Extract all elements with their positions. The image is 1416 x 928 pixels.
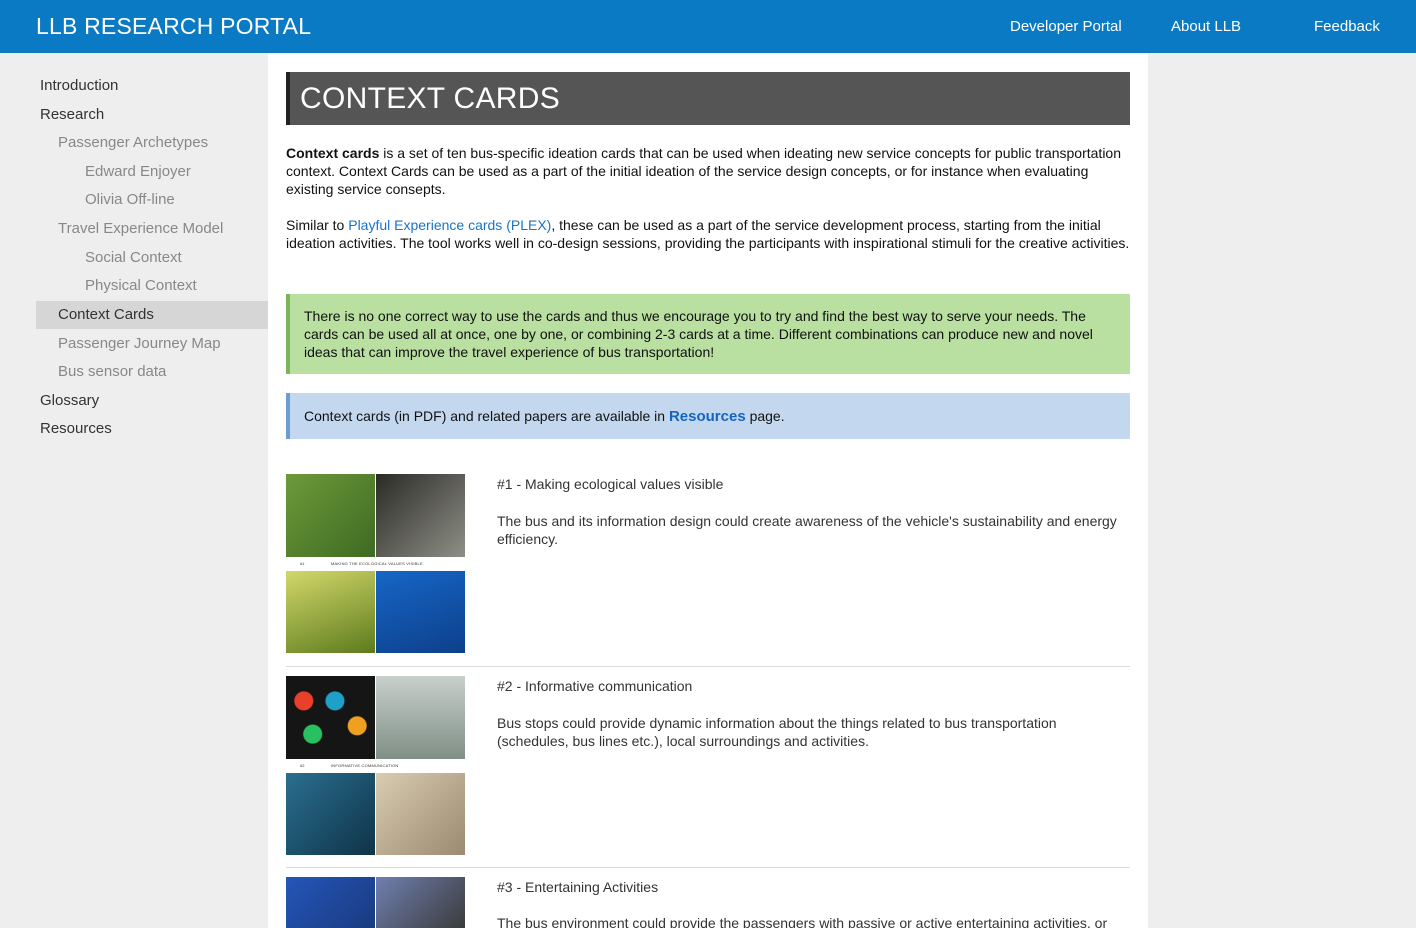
card-2-caption-band: #2 INFORMATIVE COMMUNICATION xyxy=(286,759,465,773)
card-2-thumb-caption: INFORMATIVE COMMUNICATION xyxy=(331,763,399,768)
card-1-image-grass xyxy=(286,571,375,653)
intro-paragraph: Context cards is a set of ten bus-specif… xyxy=(286,144,1130,198)
sidebar-item-travel-experience-model[interactable]: Travel Experience Model xyxy=(58,215,223,243)
card-2-description: Bus stops could provide dynamic informat… xyxy=(497,715,1057,749)
sidebar-item-social-context[interactable]: Social Context xyxy=(85,244,182,272)
usage-tip-callout: There is no one correct way to use the c… xyxy=(286,294,1130,374)
similar-prefix: Similar to xyxy=(286,217,349,233)
card-3-title: #3 - Entertaining Activities xyxy=(497,879,659,895)
sidebar-item-olivia-off-line[interactable]: Olivia Off-line xyxy=(85,186,175,214)
plex-link[interactable]: Playful Experience cards (PLEX) xyxy=(348,217,551,233)
card-1-title: #1 - Making ecological values visible xyxy=(497,476,724,492)
card-2-image-map xyxy=(376,773,465,855)
card-1-thumb-number: #1 xyxy=(300,561,305,566)
resources-callout: Context cards (in PDF) and related paper… xyxy=(286,393,1130,439)
intro-bold-term: Context cards xyxy=(286,145,380,161)
intro-text: is a set of ten bus-specific ideation ca… xyxy=(286,145,1122,197)
page-title-banner: CONTEXT CARDS xyxy=(286,72,1130,125)
usage-tip-text: There is no one correct way to use the c… xyxy=(304,308,1093,360)
resources-link[interactable]: Resources xyxy=(669,408,746,425)
sidebar-item-introduction[interactable]: Introduction xyxy=(40,72,118,100)
sidebar-item-resources[interactable]: Resources xyxy=(40,415,112,443)
card-2-image-arrow-signs xyxy=(376,676,465,759)
card-3-image-crowd xyxy=(376,877,465,928)
similar-paragraph: Similar to Playful Experience cards (PLE… xyxy=(286,216,1130,252)
sidebar: Introduction Research Passenger Archetyp… xyxy=(0,53,268,928)
sidebar-item-research[interactable]: Research xyxy=(40,101,104,129)
card-1-thumbnail[interactable]: #1 MAKING THE ECOLOGICAL VALUES VISIBLE xyxy=(286,474,465,653)
card-1-image-house xyxy=(376,474,465,557)
card-divider xyxy=(286,867,1130,868)
card-2-thumbnail[interactable]: #2 INFORMATIVE COMMUNICATION xyxy=(286,676,465,855)
main-content: CONTEXT CARDS Context cards is a set of … xyxy=(268,53,1148,928)
card-1-description: The bus and its information design could… xyxy=(497,513,1117,547)
brand-title[interactable]: LLB RESEARCH PORTAL xyxy=(36,13,311,40)
card-1-thumb-caption: MAKING THE ECOLOGICAL VALUES VISIBLE xyxy=(331,561,423,566)
card-1-image-car xyxy=(286,474,375,557)
sidebar-item-passenger-journey-map[interactable]: Passenger Journey Map xyxy=(58,330,221,358)
sidebar-item-glossary[interactable]: Glossary xyxy=(40,387,99,415)
sidebar-item-context-cards[interactable]: Context Cards xyxy=(36,301,268,329)
context-card-1: #1 MAKING THE ECOLOGICAL VALUES VISIBLE … xyxy=(286,474,1130,655)
card-2-thumb-number: #2 xyxy=(300,763,305,768)
card-2-image-signals xyxy=(286,676,375,759)
nav-developer-portal[interactable]: Developer Portal xyxy=(1010,18,1122,35)
card-divider xyxy=(286,666,1130,667)
nav-feedback[interactable]: Feedback xyxy=(1314,18,1380,35)
sidebar-item-physical-context[interactable]: Physical Context xyxy=(85,272,197,300)
card-3-image-person xyxy=(286,877,375,928)
context-card-2: #2 INFORMATIVE COMMUNICATION #2 - Inform… xyxy=(286,676,1130,857)
sidebar-item-passenger-archetypes[interactable]: Passenger Archetypes xyxy=(58,129,208,157)
top-navbar: LLB RESEARCH PORTAL Developer Portal Abo… xyxy=(0,0,1416,53)
sidebar-item-edward-enjoyer[interactable]: Edward Enjoyer xyxy=(85,158,191,186)
resources-callout-suffix: page. xyxy=(745,408,785,424)
card-1-image-laundry xyxy=(376,571,465,653)
card-2-title: #2 - Informative communication xyxy=(497,678,693,694)
card-2-image-open-sign xyxy=(286,773,375,855)
card-1-caption-band: #1 MAKING THE ECOLOGICAL VALUES VISIBLE xyxy=(286,557,465,571)
context-card-3: #3 - Entertaining Activities The bus env… xyxy=(286,877,1130,928)
resources-callout-prefix: Context cards (in PDF) and related paper… xyxy=(304,408,669,424)
card-3-description: The bus environment could provide the pa… xyxy=(497,915,1108,928)
nav-about-llb[interactable]: About LLB xyxy=(1171,18,1241,35)
sidebar-item-bus-sensor-data[interactable]: Bus sensor data xyxy=(58,358,166,386)
card-3-thumbnail[interactable] xyxy=(286,877,465,928)
page-title: CONTEXT CARDS xyxy=(300,82,561,115)
